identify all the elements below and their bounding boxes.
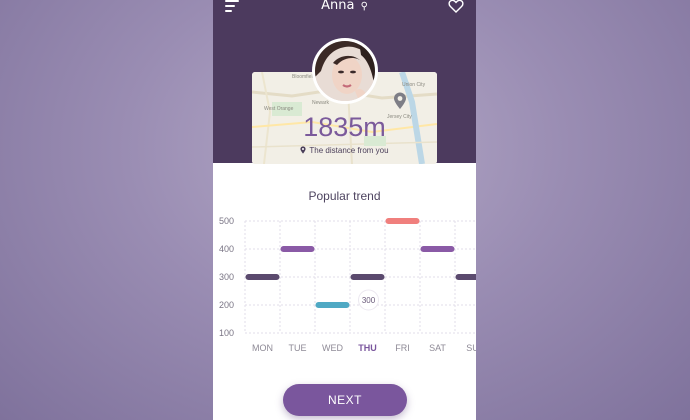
y-tick-label: 500 [219, 216, 234, 226]
trend-bar [420, 246, 455, 252]
x-tick-label: SAT [429, 343, 446, 353]
map-label: Newark [312, 100, 329, 106]
avatar [312, 38, 378, 104]
trend-bar [350, 274, 385, 280]
y-tick-label: 200 [219, 300, 234, 310]
x-tick-label: TUE [289, 343, 307, 353]
x-tick-label: MON [252, 343, 273, 353]
map-label: Union City [402, 82, 426, 88]
trend-bar [455, 274, 476, 280]
distance-value: 1835m [303, 112, 386, 142]
y-tick-label: 400 [219, 244, 234, 254]
profile-title: Anna ⚲ [213, 0, 476, 15]
next-button[interactable]: NEXT [283, 384, 407, 416]
x-tick-label: WED [322, 343, 343, 353]
map-pin-icon [394, 92, 406, 109]
x-tick-label: SU [466, 343, 476, 353]
distance-caption-text: The distance from you [309, 146, 389, 155]
trend-bar [280, 246, 315, 252]
avatar-photo [315, 41, 375, 101]
heart-icon[interactable] [448, 0, 464, 14]
y-tick-label: 300 [219, 272, 234, 282]
value-tooltip-label: 300 [362, 296, 376, 305]
trend-bar [385, 218, 420, 224]
y-tick-label: 100 [219, 328, 234, 338]
popular-trend-chart: 500 400 300 200 100 MON TUE WED THU 300 FRI SAT SU [219, 216, 476, 353]
distance-caption: The distance from you [252, 146, 437, 156]
profile-name: Anna [321, 0, 355, 13]
trend-bar [245, 274, 280, 280]
x-tick-label: FRI [395, 343, 410, 353]
phone-screen: Anna ⚲ Bloomfield West Orange Newark Jer… [213, 0, 476, 420]
key-icon: ⚲ [360, 1, 368, 12]
x-tick-label: THU [358, 343, 377, 353]
chart-title: Popular trend [308, 189, 381, 203]
trend-bar [315, 302, 350, 308]
location-icon [300, 146, 307, 154]
